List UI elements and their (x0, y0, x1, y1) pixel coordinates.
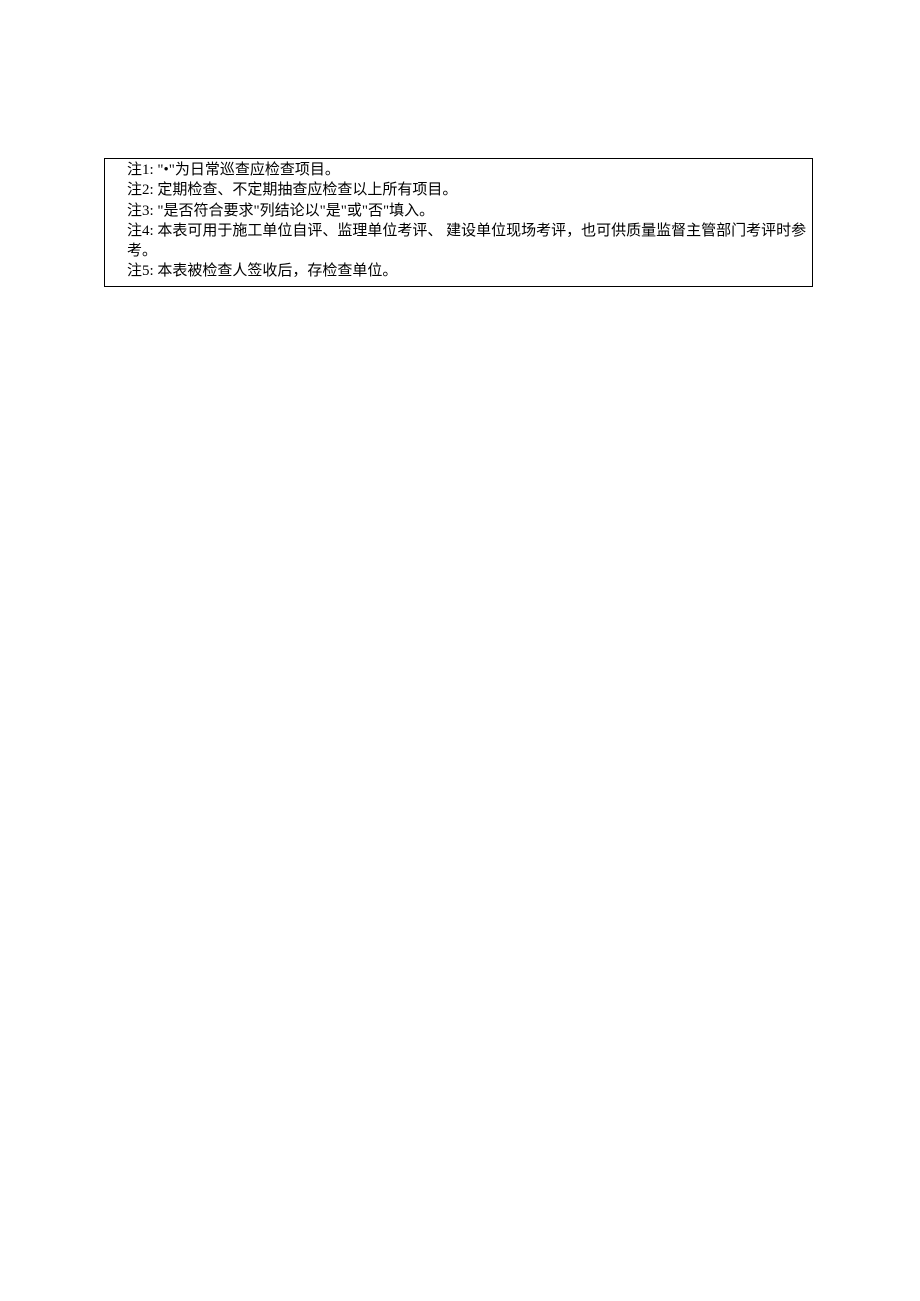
document-page: 注1: "•"为日常巡查应检查项目。 注2: 定期检查、不定期抽查应检查以上所有… (0, 0, 920, 1301)
note-text: 定期检查、不定期抽查应检查以上所有项目。 (157, 182, 457, 198)
note-label: 注5: (127, 263, 154, 279)
note-line: 注2: 定期检查、不定期抽查应检查以上所有项目。 (105, 180, 812, 200)
note-text: 本表可用于施工单位自评、监理单位考评、 建设单位现场考评，也可供质量监督主管部门… (127, 223, 806, 259)
note-text: "是否符合要求"列结论以"是"或"否"填入。 (157, 203, 434, 219)
note-text: "•"为日常巡查应检查项目。 (157, 162, 340, 178)
note-label: 注1: (127, 162, 154, 178)
note-line: 注3: "是否符合要求"列结论以"是"或"否"填入。 (105, 201, 812, 221)
note-label: 注4: (127, 223, 154, 239)
note-line: 注4: 本表可用于施工单位自评、监理单位考评、 建设单位现场考评，也可供质量监督… (105, 221, 812, 262)
note-line: 注1: "•"为日常巡查应检查项目。 (105, 160, 812, 180)
note-line: 注5: 本表被检查人签收后，存检查单位。 (105, 261, 812, 281)
note-label: 注2: (127, 182, 154, 198)
note-text: 本表被检查人签收后，存检查单位。 (157, 263, 397, 279)
note-label: 注3: (127, 203, 154, 219)
notes-container: 注1: "•"为日常巡查应检查项目。 注2: 定期检查、不定期抽查应检查以上所有… (104, 158, 813, 287)
